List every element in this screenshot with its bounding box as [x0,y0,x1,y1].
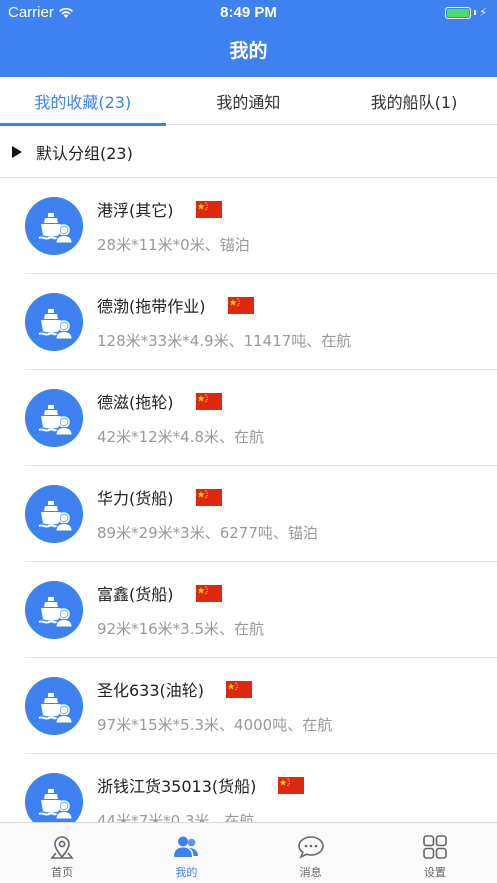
china-flag-icon [226,680,253,698]
ship-name: 德滋(拖轮) [97,393,174,412]
ship-list-item[interactable]: 德渤(拖带作业) 128米*33米*4.9米、11417吨、在航 [25,274,497,370]
ship-list-item[interactable]: 港浮(其它) 28米*11米*0米、锚泊 [25,178,497,274]
tab-favorites[interactable]: 我的收藏(23) [0,77,166,126]
nav-messages-label: 消息 [299,866,322,879]
charging-bolt-icon: ⚡ [479,6,487,19]
ship-description: 28米*11米*0米、锚泊 [97,236,250,254]
ship-name-row: 德渤(拖带作业) [97,293,254,317]
ship-name: 港浮(其它) [97,201,174,220]
ship-person-icon [25,485,83,543]
ship-name: 富鑫(货船) [97,585,174,604]
ship-avatar [25,773,83,822]
ship-avatar [25,389,83,447]
group-label: 默认分组(23) [36,143,133,163]
nav-settings[interactable]: 设置 [373,823,497,883]
grid-icon [423,835,447,859]
ship-list-item[interactable]: 华力(货船) 89米*29米*3米、6277吨、锚泊 [25,466,497,562]
tab-fleet[interactable]: 我的船队(1) [331,77,497,125]
location-pin-icon [50,836,74,859]
status-time: 8:49 PM [220,4,277,21]
ship-list-item[interactable]: 浙钱江货35013(货船) 44米*7米*0.3米、在航 [25,754,497,822]
ship-avatar [25,197,83,255]
nav-messages[interactable]: 消息 [249,823,373,883]
china-flag-icon [227,296,254,314]
ship-name: 浙钱江货35013(货船) [97,777,257,796]
nav-home[interactable]: 首页 [0,823,124,883]
ship-name-row: 富鑫(货船) [97,581,222,605]
ship-name: 华力(货船) [97,489,174,508]
ship-person-icon [25,773,83,822]
ship-avatar [25,485,83,543]
expand-triangle-icon [12,145,22,158]
china-flag-icon [195,488,222,506]
ship-name-row: 圣化633(油轮) [97,677,253,701]
ship-person-icon [25,677,83,735]
ship-description: 89米*29米*3米、6277吨、锚泊 [97,524,318,542]
china-flag-icon [195,392,222,410]
ship-description: 97米*15米*5.3米、4000吨、在航 [97,716,333,734]
ship-name-row: 华力(货船) [97,485,222,509]
ship-list-item[interactable]: 圣化633(油轮) 97米*15米*5.3米、4000吨、在航 [25,658,497,754]
ship-person-icon [25,197,83,255]
app-header: Carrier 8:49 PM ⚡ 我的 [0,0,497,77]
ship-avatar [25,677,83,735]
china-flag-icon [195,584,222,602]
nav-mine-label: 我的 [175,866,198,879]
group-header-default[interactable]: 默认分组(23) [0,126,497,178]
ship-name-row: 港浮(其它) [97,197,222,221]
tab-notifications[interactable]: 我的通知 [166,77,332,125]
users-icon [174,836,199,857]
battery-icon [445,6,472,19]
tab-bar: 我的收藏(23) 我的通知 我的船队(1) [0,77,497,126]
china-flag-icon [195,200,222,218]
ship-avatar [25,293,83,351]
ship-list-item[interactable]: 德滋(拖轮) 42米*12米*4.8米、在航 [25,370,497,466]
ship-description: 92米*16米*3.5米、在航 [97,620,265,638]
nav-mine[interactable]: 我的 [124,823,248,883]
ship-avatar [25,581,83,639]
ship-person-icon [25,389,83,447]
ship-person-icon [25,581,83,639]
nav-settings-label: 设置 [423,866,446,879]
ship-name: 德渤(拖带作业) [97,297,206,316]
chat-bubble-icon [297,836,324,859]
ship-name-row: 浙钱江货35013(货船) [97,773,305,797]
ship-description: 42米*12米*4.8米、在航 [97,428,265,446]
page-title: 我的 [229,40,268,62]
china-flag-icon [278,776,305,794]
ship-description: 128米*33米*4.9米、11417吨、在航 [97,332,352,350]
battery-indicator: ⚡ [445,6,487,19]
ship-description: 44米*7米*0.3米、在航 [97,812,255,822]
ship-name-row: 德滋(拖轮) [97,389,222,413]
ship-name: 圣化633(油轮) [97,681,205,700]
nav-home-label: 首页 [51,866,74,879]
ship-person-icon [25,293,83,351]
ship-list-item[interactable]: 富鑫(货船) 92米*16米*3.5米、在航 [25,562,497,658]
status-bar: Carrier 8:49 PM ⚡ [0,0,497,26]
ship-list[interactable]: 港浮(其它) 28米*11米*0米、锚泊 德渤(拖带作业) 128米*33米*4… [0,178,497,822]
bottom-nav: 首页 我的 消息 设置 [0,822,497,883]
